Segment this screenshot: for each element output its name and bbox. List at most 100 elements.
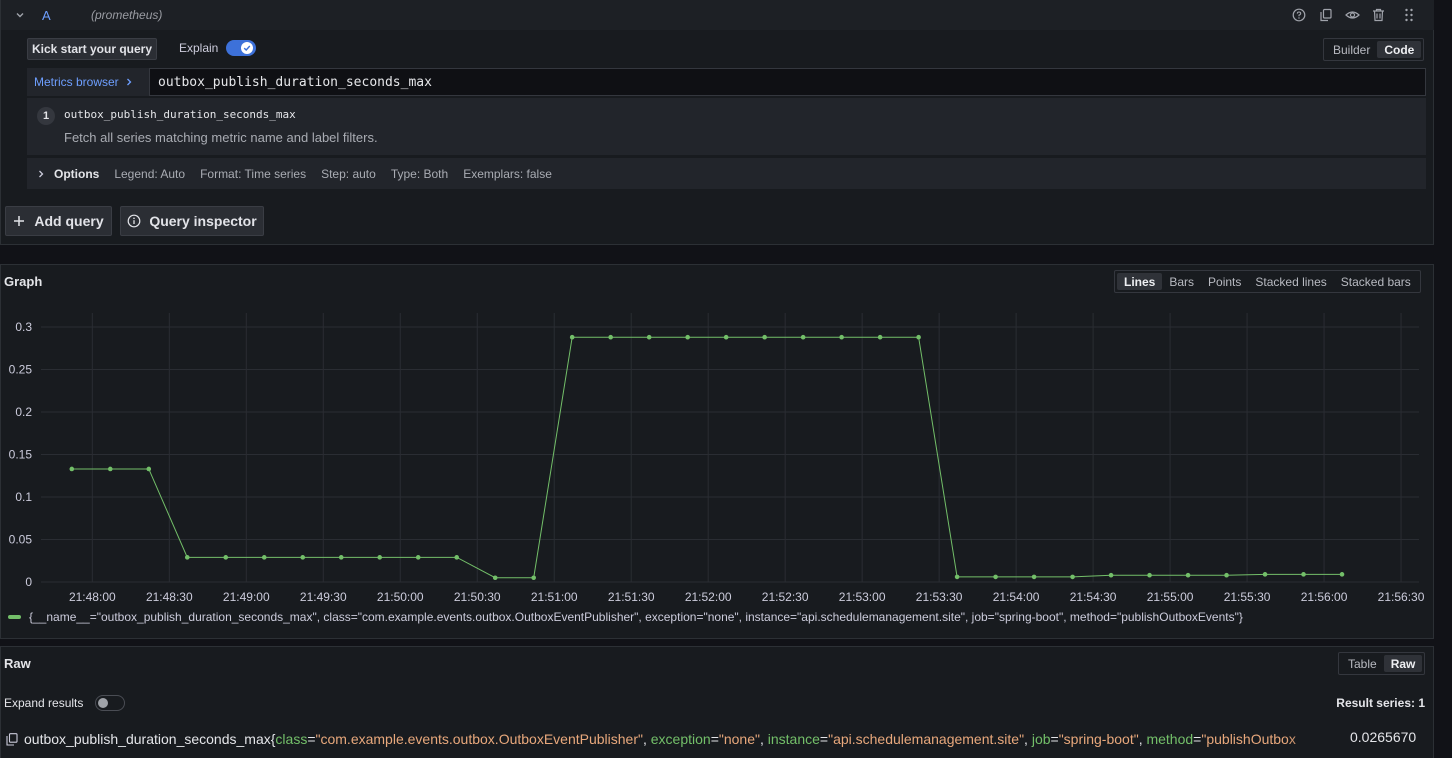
- raw-panel: Raw Table Raw Expand results Result seri…: [0, 646, 1434, 758]
- data-point: [531, 575, 536, 581]
- y-tick-label: 0.1: [15, 490, 32, 504]
- graph-panel: Graph Lines Bars Points Stacked lines Stacke…: [0, 264, 1434, 639]
- expand-results-toggle[interactable]: [95, 695, 125, 711]
- option-step: Step: auto: [321, 166, 376, 181]
- raw-label-list: class="com.example.events.outbox.OutboxE…: [275, 731, 1295, 747]
- line-chart: 0 0.05 0.1 0.15 0.2 0.25 0.3 21:48:00 21:48:30 21…: [9, 313, 1425, 604]
- expand-results-label: Expand results: [4, 696, 84, 710]
- eye-icon[interactable]: [1344, 7, 1360, 23]
- x-tick-label: 21:50:00: [377, 590, 424, 604]
- raw-label-pair: method="publishOutbox: [1146, 731, 1295, 747]
- editor-mode-switch: Builder Code: [1323, 38, 1425, 61]
- data-point: [454, 555, 460, 560]
- data-point: [1185, 572, 1191, 578]
- code-mode-button[interactable]: Code: [1377, 41, 1422, 58]
- data-point: [954, 574, 960, 580]
- x-tick-label: 21:51:30: [608, 590, 655, 604]
- data-point: [1224, 572, 1229, 578]
- builder-mode-button[interactable]: Builder: [1326, 41, 1377, 58]
- explain-step-query: outbox_publish_duration_seconds_max: [64, 108, 296, 121]
- graph-mode-lines[interactable]: Lines: [1117, 273, 1163, 290]
- table-view-button[interactable]: Table: [1341, 655, 1384, 672]
- drag-handle-icon[interactable]: [1401, 7, 1417, 23]
- explain-toggle[interactable]: [226, 40, 256, 56]
- raw-label-pair: job="spring-boot",: [1032, 731, 1147, 747]
- graph-mode-bars[interactable]: Bars: [1162, 273, 1201, 290]
- query-editor-panel: A (prometheus) Kick start your query Exp…: [0, 0, 1434, 245]
- raw-label-key: class: [275, 731, 308, 747]
- data-point: [492, 575, 498, 581]
- duplicate-icon[interactable]: [1318, 7, 1334, 23]
- raw-label-separator: ,: [1024, 731, 1032, 747]
- query-inspector-label: Query inspector: [149, 213, 257, 229]
- x-tick-label: 21:48:00: [69, 590, 116, 604]
- data-point: [646, 334, 652, 340]
- kick-start-button[interactable]: Kick start your query: [27, 38, 157, 60]
- raw-result-row: outbox_publish_duration_seconds_max { cl…: [6, 729, 1326, 749]
- metrics-browser-button[interactable]: Metrics browser: [27, 68, 149, 96]
- raw-label-value: "publishOutbox: [1201, 731, 1296, 747]
- query-options-row[interactable]: Options Legend: Auto Format: Time series…: [27, 158, 1426, 189]
- graph-mode-stacked-bars[interactable]: Stacked bars: [1334, 273, 1418, 290]
- data-point: [800, 334, 806, 340]
- graph-mode-stacked-lines[interactable]: Stacked lines: [1248, 273, 1333, 290]
- add-query-label: Add query: [34, 213, 104, 229]
- data-point: [223, 555, 229, 560]
- info-icon: [127, 214, 141, 228]
- x-tick-label: 21:52:00: [685, 590, 732, 604]
- raw-label-key: method: [1146, 731, 1194, 747]
- data-point: [916, 334, 921, 340]
- x-tick-label: 21:56:30: [1378, 590, 1425, 604]
- data-point: [146, 466, 152, 472]
- collapse-chevron-icon[interactable]: [14, 9, 26, 21]
- data-point: [377, 555, 383, 560]
- add-query-button[interactable]: Add query: [5, 206, 112, 236]
- promql-query-input[interactable]: outbox_publish_duration_seconds_max: [149, 68, 1426, 96]
- data-point: [107, 466, 113, 472]
- data-point: [261, 555, 267, 560]
- x-tick-label: 21:48:30: [146, 590, 193, 604]
- raw-label-pair: instance="api.schedulemanagement.site",: [768, 731, 1032, 747]
- query-text: outbox_publish_duration_seconds_max: [158, 74, 432, 90]
- options-title[interactable]: Options: [54, 167, 99, 181]
- data-point: [1108, 572, 1114, 578]
- raw-label-value: "spring-boot": [1058, 731, 1139, 747]
- data-point: [839, 334, 844, 340]
- x-tick-label: 21:50:30: [454, 590, 501, 604]
- graph-mode-points[interactable]: Points: [1201, 273, 1248, 290]
- legend-series-label[interactable]: {__name__="outbox_publish_duration_secon…: [29, 610, 1243, 624]
- query-inspector-button[interactable]: Query inspector: [120, 206, 264, 236]
- raw-label-pair: exception="none",: [651, 731, 768, 747]
- toggle-knob: [241, 42, 253, 54]
- option-type: Type: Both: [390, 166, 449, 181]
- raw-label-key: instance: [767, 731, 820, 747]
- x-tick-label: 21:51:00: [531, 590, 578, 604]
- copy-icon[interactable]: [6, 732, 18, 746]
- raw-label-value: "none": [718, 731, 760, 747]
- data-point: [993, 574, 998, 580]
- explain-step-description: Fetch all series matching metric name an…: [64, 130, 378, 145]
- x-tick-label: 21:49:30: [300, 590, 347, 604]
- x-tick-label: 21:56:00: [1301, 590, 1348, 604]
- help-icon[interactable]: [1291, 7, 1307, 23]
- raw-label-separator: ,: [642, 731, 651, 747]
- series-line: [71, 336, 1343, 579]
- y-tick-label: 0.05: [9, 533, 33, 547]
- graph-mode-switch: Lines Bars Points Stacked lines Stacked bars: [1114, 270, 1421, 293]
- data-point: [569, 334, 575, 340]
- x-tick-label: 21:54:00: [993, 590, 1040, 604]
- raw-metric-name: outbox_publish_duration_seconds_max: [24, 731, 271, 747]
- y-tick-label: 0: [25, 575, 32, 589]
- chevron-right-icon[interactable]: [37, 169, 45, 179]
- option-legend: Legend: Auto: [114, 166, 186, 181]
- y-tick-label: 0.15: [9, 448, 33, 462]
- query-ref-id[interactable]: A: [42, 8, 51, 23]
- trash-icon[interactable]: [1370, 7, 1386, 23]
- legend-item[interactable]: {__name__="outbox_publish_duration_secon…: [8, 609, 1243, 625]
- raw-fade: [1286, 727, 1336, 751]
- data-point: [338, 555, 344, 560]
- data-point: [1301, 572, 1306, 577]
- raw-view-button[interactable]: Raw: [1383, 655, 1423, 672]
- raw-label-equals: =: [710, 731, 719, 747]
- x-tick-label: 21:55:00: [1147, 590, 1194, 604]
